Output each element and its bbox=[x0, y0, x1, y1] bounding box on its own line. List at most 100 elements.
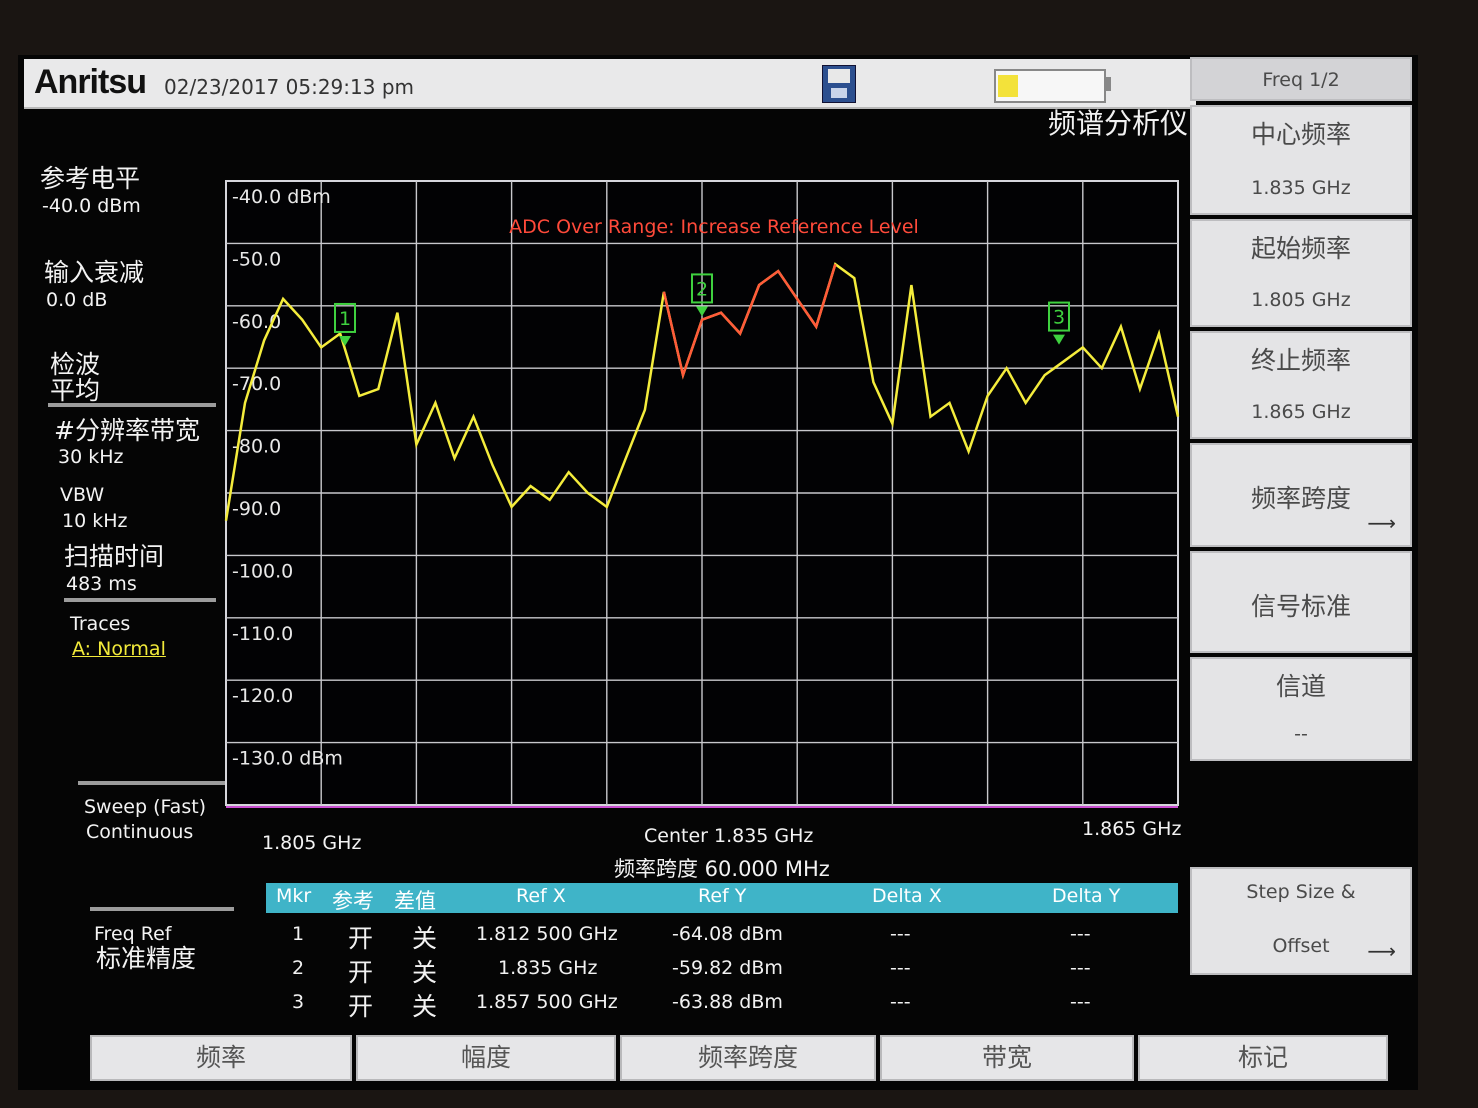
row-delta: 关 bbox=[412, 992, 438, 1021]
y-tick-label: -40.0 dBm bbox=[232, 186, 331, 208]
divider bbox=[48, 403, 216, 407]
detect-label: 检波 bbox=[50, 350, 101, 379]
channel-key-label: 信道 bbox=[1275, 672, 1326, 701]
stop-freq-label: 1.865 GHz bbox=[1082, 818, 1182, 840]
col-ref: 参考 bbox=[332, 889, 374, 913]
channel-key-value: -- bbox=[1294, 723, 1308, 745]
vbw-label: VBW bbox=[60, 484, 105, 506]
start-freq-key-value: 1.805 GHz bbox=[1251, 289, 1351, 311]
divider bbox=[64, 598, 216, 602]
row-delta-x: --- bbox=[890, 957, 911, 979]
row-delta-y: --- bbox=[1070, 923, 1091, 945]
freq-ref-label: Freq Ref bbox=[94, 923, 172, 945]
center-freq-key-label: 中心频率 bbox=[1250, 120, 1351, 149]
start-freq-button[interactable]: 起始频率 1.805 GHz bbox=[1190, 219, 1412, 327]
row-ref-y: -59.82 dBm bbox=[672, 957, 783, 979]
start-freq-key-label: 起始频率 bbox=[1250, 234, 1351, 263]
row-ref-y: -63.88 dBm bbox=[672, 991, 783, 1013]
ref-level-value: -40.0 dBm bbox=[42, 195, 141, 217]
traces-mode[interactable]: A: Normal bbox=[72, 638, 166, 660]
y-tick-label: -100.0 bbox=[232, 560, 293, 582]
divider bbox=[78, 781, 226, 785]
header-bar: Anritsu 02/23/2017 05:29:13 pm bbox=[24, 59, 1196, 109]
spectrum-graph[interactable]: -40.0 dBm-50.0-60.0-70.0-80.0-90.0-100.0… bbox=[218, 175, 1188, 885]
row-delta: 关 bbox=[412, 924, 438, 953]
y-tick-label: -110.0 bbox=[232, 623, 293, 645]
softkey-menu-title: Freq 1/2 bbox=[1190, 57, 1412, 101]
menu-bandwidth[interactable]: 带宽 bbox=[880, 1035, 1134, 1081]
row-mkr: 2 bbox=[292, 957, 305, 979]
datetime: 02/23/2017 05:29:13 pm bbox=[164, 75, 414, 99]
center-freq-button[interactable]: 中心频率 1.835 GHz bbox=[1190, 105, 1412, 215]
sweep-mode: Sweep (Fast) bbox=[84, 796, 207, 818]
start-freq-label: 1.805 GHz bbox=[262, 832, 362, 854]
atten-label: 输入衰减 bbox=[44, 258, 145, 287]
row-ref-x: 1.835 GHz bbox=[498, 957, 598, 979]
adc-warning: ADC Over Range: Increase Reference Level bbox=[509, 216, 919, 238]
rbw-label: #分辨率带宽 bbox=[54, 416, 200, 445]
menu-span[interactable]: 频率跨度 bbox=[620, 1035, 876, 1081]
marker-label: 1 bbox=[339, 308, 351, 330]
y-tick-label: -130.0 dBm bbox=[232, 748, 343, 770]
span-button[interactable]: 频率跨度 ⟶ bbox=[1190, 443, 1412, 547]
save-icon[interactable] bbox=[822, 65, 856, 103]
atten-value: 0.0 dB bbox=[46, 289, 108, 311]
span-key-label: 频率跨度 bbox=[1250, 484, 1351, 513]
span-label: 频率跨度 60.000 MHz bbox=[614, 857, 830, 881]
center-freq-label: Center 1.835 GHz bbox=[644, 825, 814, 847]
bottom-menu-bar: 频率 幅度 频率跨度 带宽 标记 bbox=[90, 1035, 1390, 1083]
row-delta-y: --- bbox=[1070, 957, 1091, 979]
sweep-time-label: 扫描时间 bbox=[64, 542, 165, 571]
arrow-right-icon: ⟶ bbox=[1367, 511, 1396, 535]
marker-table[interactable]: Mkr 参考 差值 Ref X Ref Y Delta X Delta Y 1 … bbox=[266, 883, 1178, 1033]
col-ref-x: Ref X bbox=[516, 885, 566, 907]
step-size-offset-button[interactable]: Step Size & Offset ⟶ bbox=[1190, 867, 1412, 975]
sweep-continuous: Continuous bbox=[86, 821, 194, 843]
vbw-value: 10 kHz bbox=[62, 510, 128, 532]
row-delta-y: --- bbox=[1070, 991, 1091, 1013]
stop-freq-button[interactable]: 终止频率 1.865 GHz bbox=[1190, 331, 1412, 439]
ref-level-label: 参考电平 bbox=[40, 164, 141, 193]
menu-frequency[interactable]: 频率 bbox=[90, 1035, 352, 1081]
menu-title: Freq 1/2 bbox=[1262, 69, 1340, 91]
menu-amplitude[interactable]: 幅度 bbox=[356, 1035, 616, 1081]
row-ref-x: 1.812 500 GHz bbox=[476, 923, 618, 945]
channel-button[interactable]: 信道 -- bbox=[1190, 657, 1412, 761]
step-size-key-label: Step Size & bbox=[1246, 881, 1356, 903]
marker-label: 3 bbox=[1053, 307, 1065, 329]
signal-standard-button[interactable]: 信号标准 bbox=[1190, 551, 1412, 653]
traces-label: Traces bbox=[70, 613, 131, 635]
stop-freq-key-value: 1.865 GHz bbox=[1251, 401, 1351, 423]
rbw-value: 30 kHz bbox=[58, 446, 124, 468]
row-mkr: 1 bbox=[292, 923, 305, 945]
row-ref: 开 bbox=[348, 924, 374, 953]
row-ref: 开 bbox=[348, 992, 374, 1021]
y-tick-label: -70.0 bbox=[232, 373, 281, 395]
col-delta-x: Delta X bbox=[872, 885, 942, 907]
row-delta-x: --- bbox=[890, 991, 911, 1013]
col-ref-y: Ref Y bbox=[698, 885, 747, 907]
row-ref-x: 1.857 500 GHz bbox=[476, 991, 618, 1013]
menu-marker[interactable]: 标记 bbox=[1138, 1035, 1388, 1081]
detect-value: 平均 bbox=[50, 376, 101, 405]
col-delta: 差值 bbox=[394, 889, 436, 913]
signal-standard-key-label: 信号标准 bbox=[1250, 592, 1351, 621]
row-delta-x: --- bbox=[890, 923, 911, 945]
marker-label: 2 bbox=[696, 278, 708, 300]
y-tick-label: -90.0 bbox=[232, 498, 281, 520]
battery-fill bbox=[998, 75, 1018, 97]
col-mkr: Mkr bbox=[276, 885, 312, 907]
row-ref-y: -64.08 dBm bbox=[672, 923, 783, 945]
row-delta: 关 bbox=[412, 958, 438, 987]
stop-freq-key-label: 终止频率 bbox=[1250, 346, 1351, 375]
divider bbox=[90, 907, 234, 911]
battery-icon bbox=[994, 69, 1106, 103]
battery-tip bbox=[1106, 77, 1111, 91]
mode-title: 频谱分析仪 bbox=[1048, 107, 1189, 140]
row-ref: 开 bbox=[348, 958, 374, 987]
arrow-right-icon: ⟶ bbox=[1367, 939, 1396, 963]
analyzer-screen: Anritsu 02/23/2017 05:29:13 pm 频谱分析仪 参考电… bbox=[18, 55, 1418, 1090]
y-tick-label: -50.0 bbox=[232, 248, 281, 270]
brand-logo: Anritsu bbox=[34, 63, 147, 101]
y-tick-label: -120.0 bbox=[232, 685, 293, 707]
